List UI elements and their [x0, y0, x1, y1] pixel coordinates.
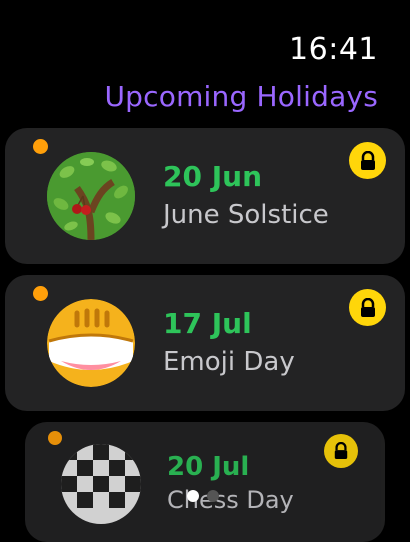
status-time: 16:41	[289, 32, 378, 67]
holiday-name: Emoji Day	[163, 347, 295, 377]
chessboard-icon	[61, 444, 141, 524]
page-dot-active	[187, 490, 199, 502]
orange-indicator-dot	[33, 286, 48, 301]
laughing-emoji-icon	[47, 299, 135, 387]
holiday-card[interactable]: 20 Jul Chess Day	[25, 422, 385, 542]
holiday-date: 17 Jul	[163, 307, 252, 340]
lock-icon	[324, 434, 358, 468]
holiday-date: 20 Jun	[163, 160, 262, 193]
page-title: Upcoming Holidays	[104, 80, 378, 113]
holiday-date: 20 Jul	[167, 452, 250, 482]
lock-icon	[349, 142, 386, 179]
holiday-name: Chess Day	[167, 486, 294, 514]
orange-indicator-dot	[33, 139, 48, 154]
tree-cherry-icon	[47, 152, 135, 240]
holiday-name: June Solstice	[163, 200, 329, 230]
page-indicator	[187, 490, 219, 502]
holiday-card[interactable]: 20 Jun June Solstice	[5, 128, 405, 264]
lock-icon	[349, 289, 386, 326]
orange-indicator-dot	[48, 431, 62, 445]
page-dot	[207, 490, 219, 502]
holiday-card[interactable]: 17 Jul Emoji Day	[5, 275, 405, 411]
